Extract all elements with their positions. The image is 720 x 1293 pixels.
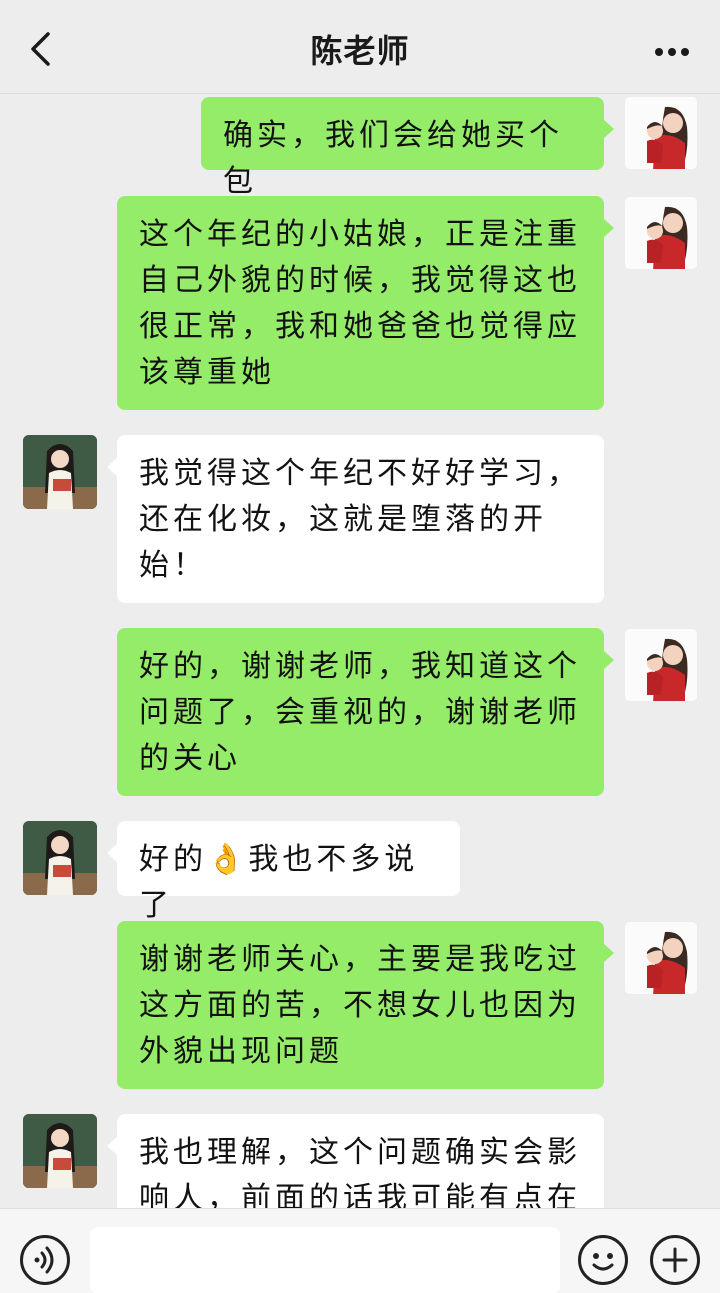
message-bubble[interactable]: 这个年纪的小姑娘，正是注重自己外貌的时候，我觉得这也很正常，我和她爸爸也觉得应该… <box>117 196 614 410</box>
message-bubble[interactable]: 好的，谢谢老师，我知道这个问题了，会重视的，谢谢老师的关心 <box>117 628 614 796</box>
self-avatar[interactable] <box>624 96 698 170</box>
chat-header: 陈老师 <box>0 0 720 94</box>
input-bar <box>0 1208 720 1293</box>
mother-daughter-avatar-icon <box>625 922 697 994</box>
plus-button[interactable] <box>650 1235 700 1285</box>
mother-daughter-avatar-icon <box>625 97 697 169</box>
ok-hand-emoji-icon: 👌 <box>207 842 249 877</box>
teacher-avatar[interactable] <box>23 1114 97 1188</box>
chat-title: 陈老师 <box>310 32 410 70</box>
message-text: 好的 <box>139 842 207 877</box>
teacher-avatar[interactable] <box>23 821 97 895</box>
message-bubble[interactable]: 好的👌我也不多说了 <box>107 821 460 923</box>
voice-button[interactable] <box>20 1235 70 1285</box>
message-input[interactable] <box>90 1227 560 1293</box>
self-avatar[interactable] <box>624 628 698 702</box>
emoji-button[interactable] <box>578 1235 628 1285</box>
self-avatar[interactable] <box>624 196 698 270</box>
plus-icon <box>662 1247 688 1273</box>
more-button[interactable] <box>642 30 702 74</box>
mother-daughter-avatar-icon <box>625 197 697 269</box>
teacher-avatar-icon <box>23 435 97 509</box>
voice-icon <box>34 1246 54 1274</box>
message-bubble[interactable]: 我觉得这个年纪不好好学习，还在化妆，这就是堕落的开始！ <box>107 435 604 603</box>
message-bubble[interactable]: 确实，我们会给她买个包 <box>201 97 614 199</box>
teacher-avatar[interactable] <box>23 435 97 509</box>
message-bubble[interactable]: 谢谢老师关心，主要是我吃过这方面的苦，不想女儿也因为外貌出现问题 <box>117 921 614 1089</box>
emoji-face-icon <box>592 1253 614 1271</box>
teacher-avatar-icon <box>23 1114 97 1188</box>
mother-daughter-avatar-icon <box>625 629 697 701</box>
more-dots-icon <box>655 48 689 56</box>
teacher-avatar-icon <box>23 821 97 895</box>
self-avatar[interactable] <box>624 921 698 995</box>
